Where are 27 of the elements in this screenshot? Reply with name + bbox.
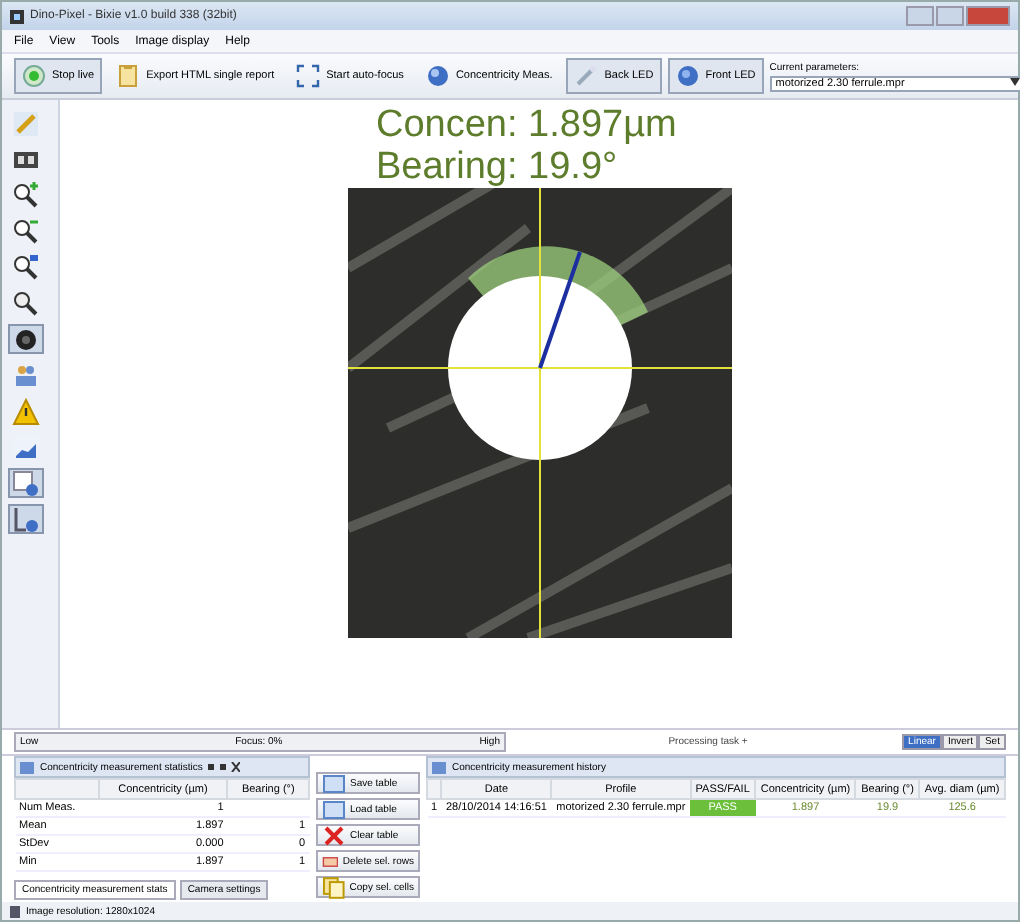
panel-controls-icon [208,762,241,772]
warning-icon [12,397,40,425]
tool-button[interactable] [8,180,44,210]
table-icon [432,761,446,773]
bearing-readout: Bearing: 19.9° [376,146,618,188]
app-icon [10,9,24,23]
zoom-in-icon [12,181,40,209]
clipboard-icon [116,64,141,88]
tool-button[interactable] [8,324,44,354]
focus-frame-icon [296,64,321,88]
zoom-fit-icon [12,253,40,281]
zoom-out-icon [12,217,40,245]
table-icon [20,761,34,773]
lens-icon [12,325,40,353]
pencil-icon [12,109,40,137]
tool-button[interactable] [8,252,44,282]
cross-icon [322,823,346,847]
dropdown-arrow-icon [1009,77,1020,85]
table-icon [322,797,346,821]
tool-button[interactable] [8,216,44,246]
record-icon [22,64,46,88]
zoom-reset-icon [12,289,40,317]
status-icon [10,905,20,917]
people-icon [12,361,40,389]
table-icon [322,771,346,795]
concentricity-readout: Concen: 1.897µm [376,104,677,146]
copy-icon [322,875,346,899]
